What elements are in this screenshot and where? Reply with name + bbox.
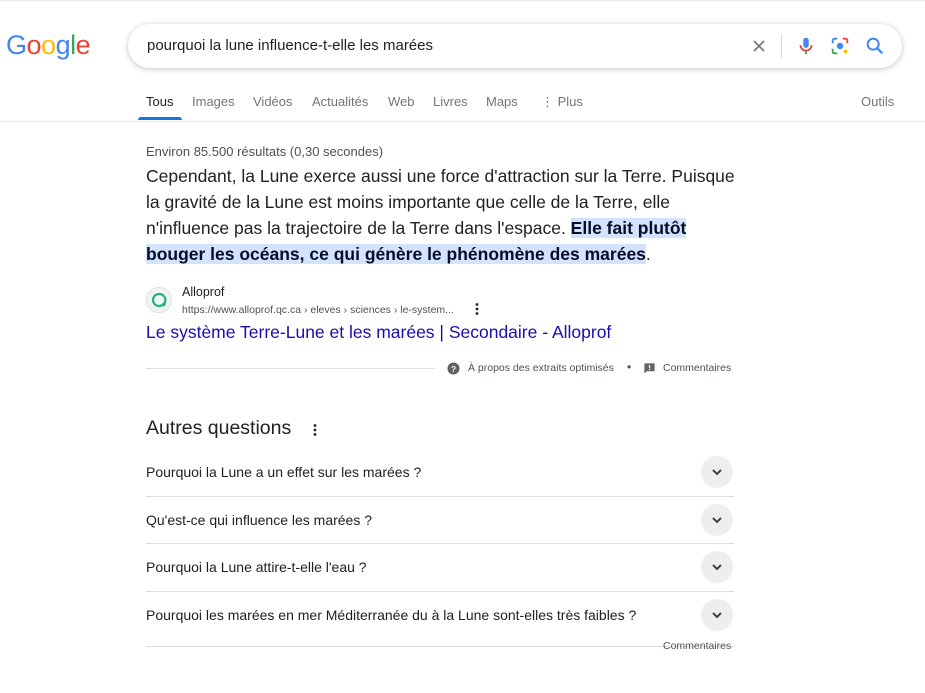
logo-letter: e [75, 30, 91, 60]
paa-question-text: Pourquoi la Lune attire-t-elle l'eau ? [146, 558, 367, 575]
tab-maps[interactable]: Maps [486, 94, 518, 109]
tab-actualites[interactable]: Actualités [312, 94, 368, 109]
result-stats: Environ 85.500 résultats (0,30 secondes) [146, 144, 384, 159]
logo-letter: o [41, 30, 56, 60]
tab-images[interactable]: Images [192, 94, 235, 109]
active-tab-indicator [138, 117, 182, 120]
tools-button[interactable]: Outils [861, 94, 894, 109]
featured-snippet-text: Cependant, la Lune exerce aussi une forc… [146, 163, 746, 267]
paa-divider [146, 646, 734, 647]
paa-feedback-link[interactable]: Commentaires [663, 640, 731, 652]
top-border [0, 0, 925, 1]
help-icon[interactable]: ? [447, 362, 460, 375]
logo-letter: G [6, 30, 27, 60]
paa-question-text: Qu'est-ce qui influence les marées ? [146, 511, 373, 528]
svg-text:?: ? [451, 364, 456, 374]
feedback-icon[interactable] [643, 362, 656, 375]
paa-question[interactable]: Pourquoi la Lune attire-t-elle l'eau ? [146, 543, 734, 590]
paa-title: Autres questions [146, 417, 292, 439]
source-url[interactable]: https://www.alloprof.qc.ca › eleves › sc… [182, 304, 454, 316]
tab-videos[interactable]: Vidéos [253, 94, 293, 109]
more-vert-icon[interactable] [470, 302, 484, 316]
chevron-down-icon[interactable] [701, 598, 733, 631]
snippet-divider [146, 368, 435, 369]
paa-question[interactable]: Pourquoi les marées en mer Méditerranée … [146, 591, 734, 638]
snippet-tail: . [645, 244, 651, 264]
lens-icon[interactable] [829, 35, 851, 57]
result-title-link[interactable]: Le système Terre-Lune et les marées | Se… [146, 322, 611, 343]
chevron-down-icon[interactable] [701, 455, 733, 488]
search-icon[interactable] [864, 35, 886, 57]
paa-question[interactable]: Pourquoi la Lune a un effet sur les maré… [146, 448, 734, 495]
mic-icon[interactable] [795, 35, 817, 57]
logo-letter: o [26, 30, 42, 60]
tab-tous[interactable]: Tous [146, 94, 173, 109]
close-icon[interactable] [749, 36, 769, 56]
search-input[interactable]: pourquoi la lune influence-t-elle les ma… [147, 37, 433, 54]
search-divider [781, 34, 782, 58]
tabs-divider [0, 121, 925, 122]
more-vert-icon[interactable] [309, 422, 321, 438]
dot-separator: • [627, 360, 632, 374]
paa-question-text: Pourquoi les marées en mer Méditerranée … [146, 606, 637, 623]
feedback-link[interactable]: Commentaires [663, 362, 731, 374]
search-box[interactable]: pourquoi la lune influence-t-elle les ma… [128, 24, 902, 68]
chevron-down-icon[interactable] [701, 550, 733, 583]
paa-question[interactable]: Qu'est-ce qui influence les marées ? [146, 496, 734, 543]
google-logo[interactable]: Google [6, 30, 91, 61]
tab-plus[interactable]: ⋮ Plus [541, 94, 583, 110]
about-featured-snippets-link[interactable]: À propos des extraits optimisés [468, 362, 614, 374]
logo-letter: g [55, 30, 71, 60]
paa-question-text: Pourquoi la Lune a un effet sur les maré… [146, 463, 422, 480]
chevron-down-icon[interactable] [701, 503, 733, 536]
alloprof-logo-icon [151, 292, 167, 308]
alloprof-favicon[interactable] [146, 287, 172, 313]
tab-web[interactable]: Web [388, 94, 415, 109]
tab-livres[interactable]: Livres [433, 94, 468, 109]
source-name[interactable]: Alloprof [182, 285, 224, 299]
